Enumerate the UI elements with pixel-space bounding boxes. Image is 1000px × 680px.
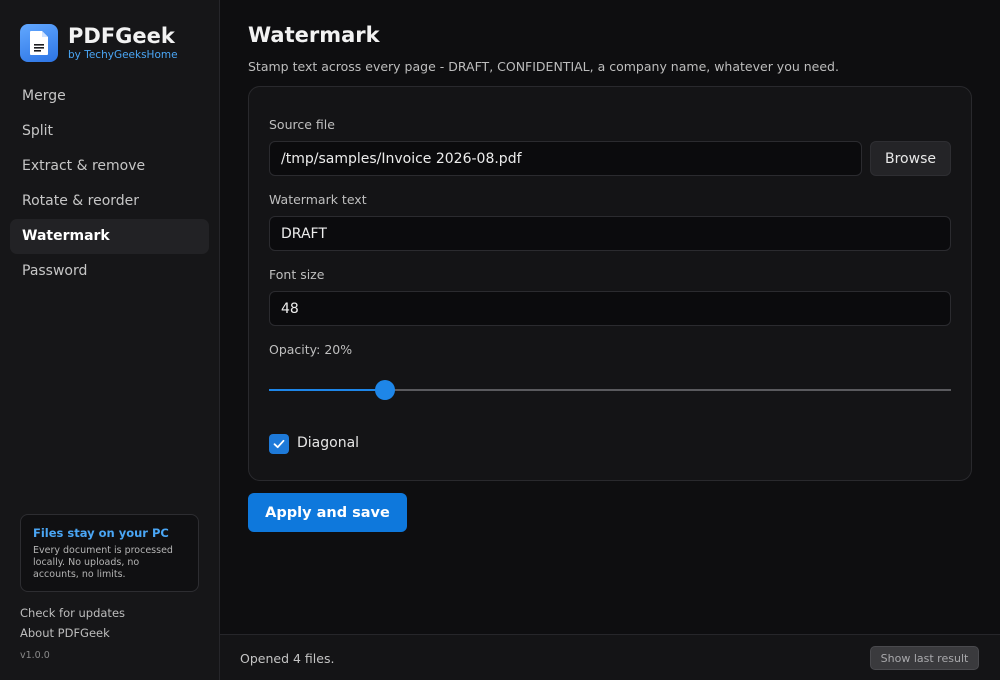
main-panel: Watermark Stamp text across every page -… [220,0,1000,634]
notice-title: Files stay on your PC [33,526,169,540]
document-icon [20,24,58,62]
sidebar: PDFGeek by TechyGeeksHome Merge Split Ex… [0,0,220,680]
opacity-slider[interactable] [269,380,951,400]
diagonal-checkbox[interactable] [269,434,289,454]
privacy-notice: Files stay on your PC Every document is … [20,514,199,592]
about-link[interactable]: About PDFGeek [20,626,110,640]
watermark-text-label: Watermark text [269,192,367,207]
opacity-slider-fill [269,389,385,391]
app-subtitle: by TechyGeeksHome [68,49,178,61]
source-file-input[interactable] [269,141,862,176]
sidebar-item-rotate-reorder[interactable]: Rotate & reorder [10,184,209,219]
page-title: Watermark [248,23,380,47]
watermark-form: Source file Browse Watermark text Font s… [248,86,972,481]
sidebar-nav: Merge Split Extract & remove Rotate & re… [10,79,209,289]
check-updates-link[interactable]: Check for updates [20,606,125,620]
opacity-label: Opacity: 20% [269,342,353,357]
sidebar-item-watermark[interactable]: Watermark [10,219,209,254]
check-icon [273,439,285,449]
status-text: Opened 4 files. [240,651,335,666]
brand: PDFGeek by TechyGeeksHome [20,24,178,62]
diagonal-label: Diagonal [297,435,360,451]
sidebar-item-password[interactable]: Password [10,254,209,289]
sidebar-item-split[interactable]: Split [10,114,209,149]
page-description: Stamp text across every page - DRAFT, CO… [248,59,839,74]
sidebar-item-extract-remove[interactable]: Extract & remove [10,149,209,184]
font-size-input[interactable] [269,291,951,326]
watermark-text-input[interactable] [269,216,951,251]
sidebar-item-merge[interactable]: Merge [10,79,209,114]
source-file-label: Source file [269,117,335,132]
font-size-label: Font size [269,267,325,282]
notice-body: Every document is processed locally. No … [33,545,173,580]
app-name: PDFGeek [68,24,175,48]
status-bar: Opened 4 files. Show last result [220,634,1000,680]
version-label: v1.0.0 [20,650,50,661]
browse-button[interactable]: Browse [870,141,951,176]
apply-and-save-button[interactable]: Apply and save [248,493,407,532]
opacity-slider-thumb[interactable] [374,380,395,400]
show-last-result-button[interactable]: Show last result [870,646,979,670]
